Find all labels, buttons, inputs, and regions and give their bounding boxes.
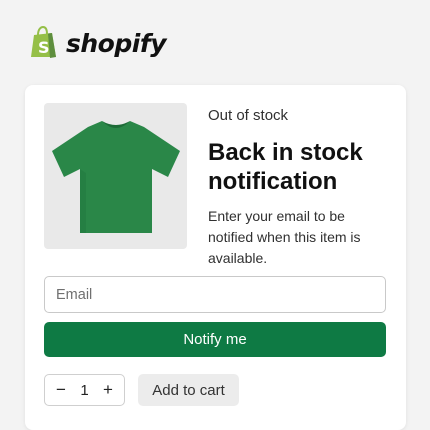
product-image [44,103,187,249]
svg-text:S: S [38,38,50,57]
quantity-stepper: − 1 + [44,374,125,406]
notification-title: Back in stock notification [208,139,363,195]
shopify-logo[interactable]: S shopify [28,26,167,60]
shopify-bag-icon: S [31,26,56,58]
notify-me-button[interactable]: Notify me [44,322,386,357]
notification-description: Enter your email to be notified when thi… [208,208,361,266]
email-input[interactable] [44,276,386,313]
green-tshirt-icon [51,121,180,233]
increment-button[interactable]: + [101,380,115,400]
product-info: Out of stock Back in stock notification … [208,107,393,269]
add-to-cart-button[interactable]: Add to cart [138,374,239,406]
decrement-button[interactable]: − [54,380,68,400]
quantity-value[interactable]: 1 [80,382,88,399]
stock-status: Out of stock [208,107,289,124]
back-in-stock-card: Out of stock Back in stock notification … [25,85,406,430]
brand-name: shopify [66,28,167,58]
